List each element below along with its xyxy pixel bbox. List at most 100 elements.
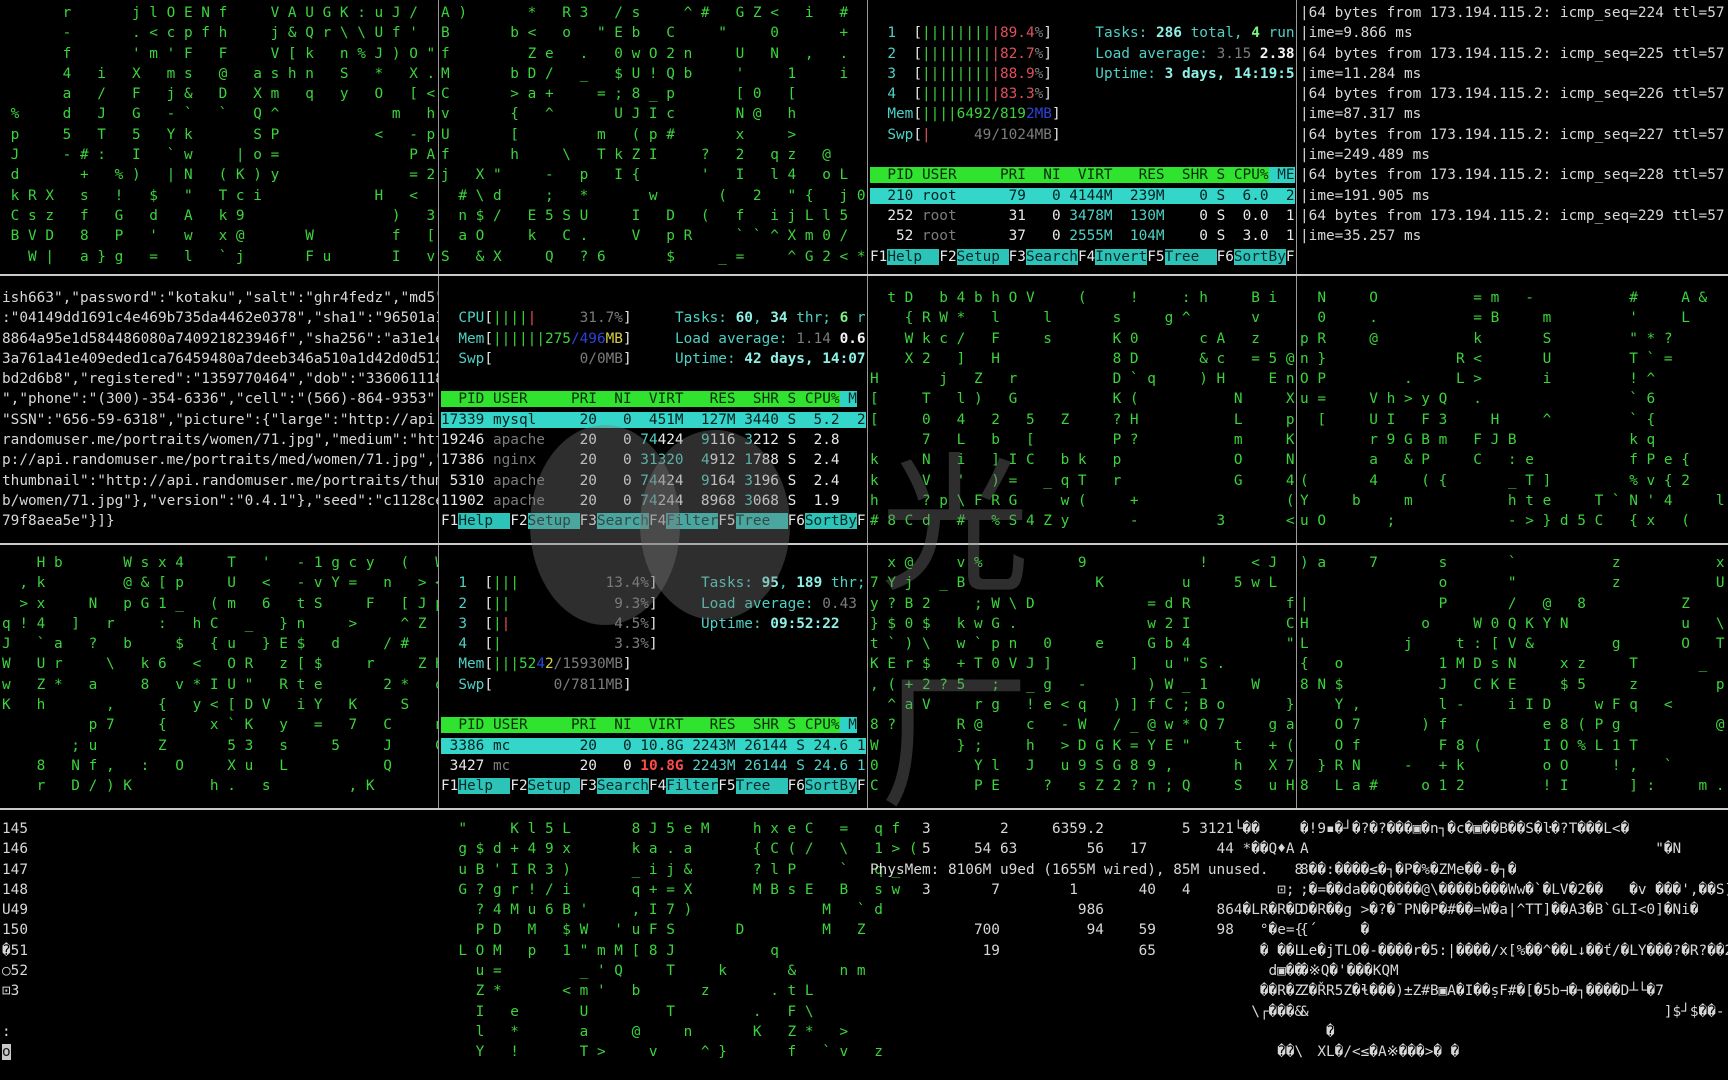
fkey-filter[interactable]: Filter: [666, 513, 719, 530]
pane-divider-horizontal[interactable]: [0, 274, 1728, 276]
terminal-text: F6: [787, 778, 805, 795]
terminal-text: [: [913, 25, 922, 42]
pane-divider-vertical[interactable]: [438, 0, 439, 274]
pane-divider-vertical[interactable]: [1296, 0, 1297, 274]
terminal-line: Z�ŘR5Z�ɬ���)±Z#B▣A�I��ṣF#�[�5b⊣�┐����D┴└…: [1300, 983, 1664, 1000]
terminal-text: 788 S 2.4: [752, 452, 840, 469]
terminal-line: \┌���&: [870, 1003, 1304, 1020]
terminal-text: ru: [856, 310, 866, 327]
terminal-line: Z * < m ' b z . t L: [441, 983, 814, 1000]
terminal-text: |: [922, 126, 931, 143]
terminal-text: 2: [870, 45, 914, 62]
terminal-text: [: [484, 350, 493, 367]
terminal-line: PID USER PRI NI VIRT RES SHR S CPU% M: [441, 389, 866, 409]
terminal-line: A "�N: [1300, 841, 1682, 858]
fkey-sortby[interactable]: SortBy: [804, 513, 857, 530]
matrix-rain-pane[interactable]: x @ v % 9 ! < J d j e 7 Y j _ B K u 5 w L…: [870, 545, 1295, 808]
terminal-line: k V ' ) = _ q T r G 4: [870, 472, 1295, 489]
matrix-rain-pane[interactable]: t D b 4 b h O V ( ! : h B i { R W * l l …: [870, 276, 1295, 543]
fkey-search[interactable]: Search: [596, 778, 649, 795]
load-1: 1.14: [796, 330, 831, 347]
fkey-setup[interactable]: Setup: [527, 513, 580, 530]
terminal-text: Load average:: [1051, 45, 1217, 62]
terminal-line: 150: [2, 920, 438, 940]
terminal-text: apache: [492, 492, 545, 509]
terminal-line: p 5 T 5 Y k S P < - p: [2, 126, 436, 143]
terminal-line: 8 L a # o 1 2 ! I ] : m . 0 x: [1300, 778, 1728, 795]
fkey-tree[interactable]: Tree: [1164, 248, 1217, 265]
terminal-text: Uptime:: [1051, 65, 1165, 82]
terminal-text: 88.9: [999, 65, 1035, 82]
terminal-text: [: [484, 656, 493, 673]
terminal-line: H j Z r D ` q ) H E n l: [870, 371, 1295, 388]
terminal-text: ,: [752, 310, 771, 327]
terminal-line: C s z f G d A k 9 ) 3: [2, 207, 436, 224]
terminal-text: |: [493, 636, 502, 653]
terminal-text: 275: [544, 330, 571, 347]
terminal-text: 19246: [441, 432, 493, 449]
pane-divider-vertical[interactable]: [867, 0, 868, 274]
pane-divider-vertical[interactable]: [867, 545, 868, 808]
matrix-rain-pane[interactable]: " K l 5 L 8 J 5 e M h x e C = q f g $ d …: [441, 810, 917, 1080]
terminal-text: 116: [709, 432, 745, 449]
fkey-filter[interactable]: Filter: [666, 778, 719, 795]
tasks-running: 4: [1251, 25, 1260, 42]
pane-divider-vertical[interactable]: [1296, 276, 1297, 543]
htop-pane[interactable]: 1 [|||||||||89.4%] Tasks: 286 total, 4 r…: [870, 0, 1295, 274]
terminal-line: ) a 7 s ` z x n B b r P: [1300, 555, 1725, 571]
line-numbers-pane[interactable]: 145 146 147 148 U49 150 �51 ○52 ⊡3: o: [2, 810, 438, 1080]
terminal-line: W | a } g = l ` j F u I v: [2, 248, 436, 265]
json-output-pane[interactable]: ish663","password":"kotaku","salt":"ghr4…: [2, 276, 438, 543]
terminal-line: |ime=191.905 ms: [1300, 187, 1430, 204]
matrix-rain-pane[interactable]: A ) * R 3 / s ^ # G Z < i # B b < o " E b…: [441, 0, 866, 274]
fkey-tree[interactable]: Tree: [735, 513, 788, 530]
pane-divider-horizontal[interactable]: [0, 543, 1728, 545]
terminal-text: 150: [2, 922, 28, 939]
terminal-line: |64 bytes from 173.194.115.2: icmp_seq=2…: [1300, 126, 1728, 143]
threads: 34: [770, 310, 788, 327]
terminal-text: 20 0: [510, 757, 641, 774]
fkey-sortby[interactable]: SortBy: [1233, 248, 1286, 265]
fkey-search[interactable]: Search: [1025, 248, 1078, 265]
pane-divider-vertical[interactable]: [867, 276, 868, 543]
pane-divider-vertical[interactable]: [1296, 545, 1297, 808]
terminal-line: 145: [2, 819, 438, 839]
pane-divider-vertical[interactable]: [438, 276, 439, 543]
terminal-text: F5: [1147, 248, 1165, 265]
matrix-rain-pane[interactable]: N O = m - # A & j z 0 . = B m ' L c * p R…: [1300, 276, 1728, 543]
terminal-line: 8 N f , : O X u L Q: [2, 757, 392, 774]
fkey-setup[interactable]: Setup: [527, 778, 580, 795]
terminal-text: M: [839, 391, 857, 408]
matrix-rain-pane[interactable]: H b W s x 4 T ' - 1 g c y ( W , k @ & [ …: [2, 545, 438, 808]
ping-output-pane[interactable]: |64 bytes from 173.194.115.2: icmp_seq=2…: [1300, 0, 1728, 274]
terminal-text: F4: [648, 778, 667, 795]
htop-pane[interactable]: 1 [||| 13.4%] Tasks: 95, 189 thr; 2 r 2 …: [441, 545, 866, 808]
tasks-total: 60: [735, 310, 753, 327]
pane-divider-vertical[interactable]: [438, 545, 439, 808]
terminal-line: |ime=249.489 ms: [1300, 147, 1430, 164]
terminal-text: /496: [570, 330, 606, 347]
terminal-line: Y , l - i I D w F q < g 3 m: [1334, 697, 1673, 714]
fkey-help[interactable]: Help: [887, 248, 940, 265]
garbled-output-pane[interactable]: �!9▪�┘�?�?���▣�n┐�c�▣��B��S�ŀ�?T���L<� A …: [1300, 810, 1728, 1080]
fkey-setup[interactable]: Setup: [956, 248, 1009, 265]
terminal-line: 3427 mc 20 0 10.8G 2243M 26144 S 24.6 1: [441, 756, 866, 776]
matrix-rain-pane[interactable]: r j l O E N f V A U G K : u J / 8 - . < …: [2, 0, 438, 274]
terminal-line: �51: [2, 941, 438, 961]
terminal-text: F4: [648, 513, 667, 530]
terminal-line: O f F 8 ( I O % L 1 T f: [1300, 737, 1728, 754]
fkey-help[interactable]: Help: [458, 513, 511, 530]
terminal-line: |64 bytes from 173.194.115.2: icmp_seq=2…: [1300, 5, 1728, 21]
terminal-text: run: [1259, 25, 1295, 42]
fkey-tree[interactable]: Tree: [735, 778, 788, 795]
terminal-text: Mem: [870, 106, 914, 123]
top-stats-pane[interactable]: 3 2 6359.2 5 3121└�� 5 54 63 56 17 44 *�…: [870, 810, 1304, 1080]
htop-pane[interactable]: CPU[||||| 31.7%] Tasks: 60, 34 thr; 6 ru…: [441, 276, 866, 543]
terminal-text: 3: [870, 65, 914, 82]
fkey-help[interactable]: Help: [458, 778, 511, 795]
fkey-sortby[interactable]: SortBy: [804, 778, 857, 795]
fkey-search[interactable]: Search: [596, 513, 649, 530]
matrix-rain-pane[interactable]: ) a 7 s ` z x n B b r P o " z U * ] ? ! …: [1300, 545, 1728, 808]
fkey-invert[interactable]: Invert: [1095, 248, 1148, 265]
